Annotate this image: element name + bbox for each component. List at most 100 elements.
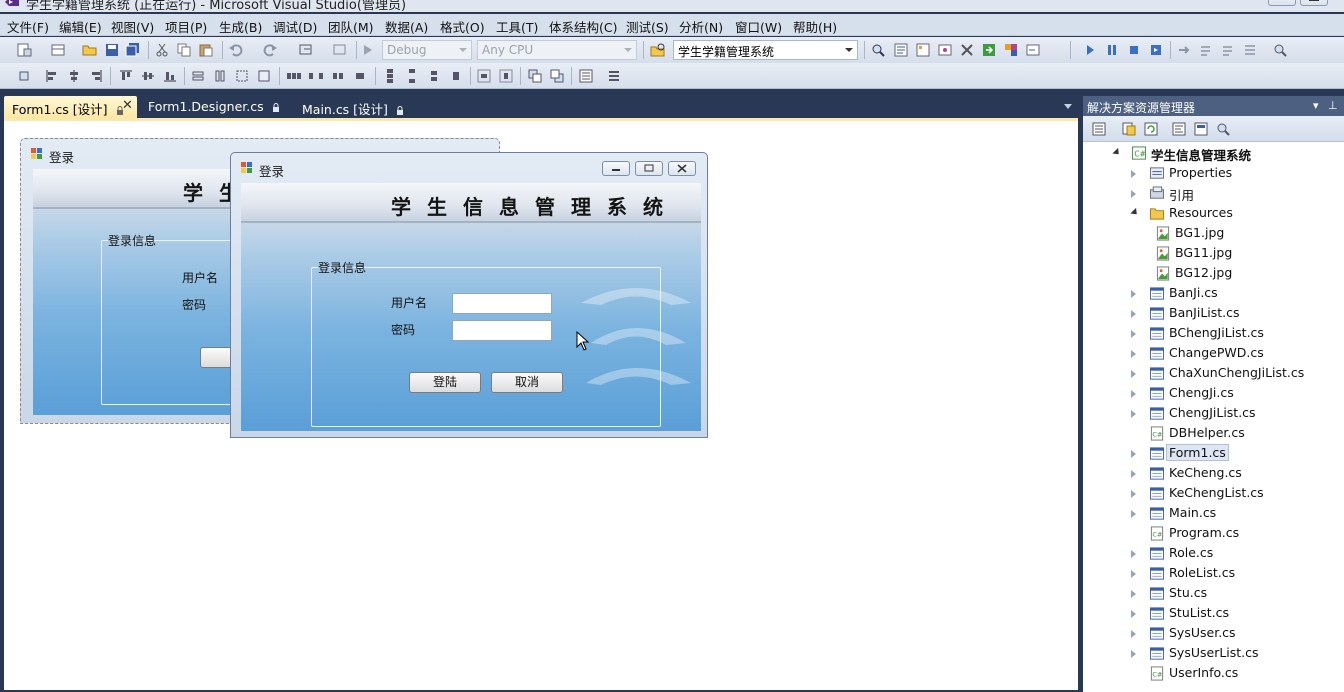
menu-edit[interactable]: 编辑(E)	[59, 17, 102, 36]
tree-item[interactable]: C# DBHelper.cs	[1083, 424, 1344, 444]
restore-window-button[interactable]	[1300, 0, 1328, 6]
step-over-icon[interactable]	[1198, 42, 1214, 58]
startup-project-select[interactable]: 学生学籍管理系统	[673, 40, 858, 60]
decrease-vertical-spacing-icon[interactable]	[426, 68, 442, 84]
send-to-back-icon[interactable]	[549, 68, 565, 84]
align-bottoms-icon[interactable]	[162, 68, 178, 84]
start-debugging-icon[interactable]	[360, 42, 376, 58]
tree-item[interactable]: RoleList.cs	[1083, 564, 1344, 584]
expand-arrow-icon[interactable]	[1131, 510, 1136, 518]
align-centers-icon[interactable]	[66, 68, 82, 84]
expand-arrow-icon[interactable]	[1131, 330, 1136, 338]
tree-item[interactable]: Role.cs	[1083, 544, 1344, 564]
expand-arrow-icon[interactable]	[1131, 350, 1136, 358]
expand-arrow-icon[interactable]	[1131, 290, 1136, 298]
properties-window-icon[interactable]	[915, 42, 931, 58]
menu-team[interactable]: 团队(M)	[328, 17, 374, 36]
expand-arrow-icon[interactable]	[1131, 650, 1136, 658]
step-out-icon[interactable]	[1220, 42, 1236, 58]
paste-icon[interactable]	[198, 42, 214, 58]
menu-debug[interactable]: 调试(D)	[273, 17, 317, 36]
tab-form1-designer-cs[interactable]: Form1.Designer.cs	[140, 96, 288, 118]
center-vertically-icon[interactable]	[498, 68, 514, 84]
expand-arrow-icon[interactable]	[1131, 470, 1136, 478]
tree-item[interactable]: BG1.jpg	[1083, 224, 1344, 244]
increase-vertical-spacing-icon[interactable]	[404, 68, 420, 84]
minimize-button[interactable]	[602, 161, 630, 176]
align-lefts-icon[interactable]	[44, 68, 60, 84]
continue-icon[interactable]	[1082, 42, 1098, 58]
collapse-arrow-icon[interactable]	[1112, 147, 1122, 158]
tree-item[interactable]: BChengJiList.cs	[1083, 324, 1344, 344]
stop-debugging-icon[interactable]	[1126, 42, 1142, 58]
find-icon[interactable]	[870, 42, 886, 58]
tree-item[interactable]: BanJi.cs	[1083, 284, 1344, 304]
menu-tools[interactable]: 工具(T)	[496, 17, 538, 36]
tree-item[interactable]: Main.cs	[1083, 504, 1344, 524]
menu-format[interactable]: 格式(O)	[440, 17, 485, 36]
toolbox-icon[interactable]	[959, 42, 975, 58]
menu-data[interactable]: 数据(A)	[385, 17, 428, 36]
tree-item[interactable]: KeChengList.cs	[1083, 484, 1344, 504]
tab-order-icon[interactable]	[578, 68, 594, 84]
menu-analyze[interactable]: 分析(N)	[679, 17, 723, 36]
save-all-icon[interactable]	[125, 42, 141, 58]
login-window[interactable]: 登录 学生信息管理系统 登录信息 用户名 密码 登陆 取消	[230, 152, 708, 438]
navigate-forward-icon[interactable]	[332, 42, 348, 58]
menu-build[interactable]: 生成(B)	[219, 17, 262, 36]
tab-main-design[interactable]: Main.cs [设计]	[294, 96, 412, 118]
minimize-window-button[interactable]	[1268, 0, 1296, 6]
view-code-icon[interactable]	[1171, 121, 1187, 137]
horizontal-spacing-equal-icon[interactable]	[286, 68, 302, 84]
tree-item[interactable]: Stu.cs	[1083, 584, 1344, 604]
expand-arrow-icon[interactable]	[1131, 410, 1136, 418]
bring-to-front-icon[interactable]	[527, 68, 543, 84]
expand-arrow-icon[interactable]	[1131, 370, 1136, 378]
expand-arrow-icon[interactable]	[1131, 610, 1136, 618]
tree-item[interactable]: BanJiList.cs	[1083, 304, 1344, 324]
refresh-icon[interactable]	[1143, 121, 1159, 137]
tree-item[interactable]: Form1.cs	[1083, 444, 1344, 464]
password-input[interactable]	[452, 320, 552, 341]
tree-item[interactable]: BG12.jpg	[1083, 264, 1344, 284]
tree-item[interactable]: BG11.jpg	[1083, 244, 1344, 264]
tree-item[interactable]: ChangePWD.cs	[1083, 344, 1344, 364]
break-all-icon[interactable]	[1104, 42, 1120, 58]
expand-arrow-icon[interactable]	[1131, 170, 1136, 178]
start-page-icon[interactable]	[981, 42, 997, 58]
expand-arrow-icon[interactable]	[1131, 310, 1136, 318]
align-middles-icon[interactable]	[140, 68, 156, 84]
login-button[interactable]: 登陆	[409, 372, 481, 393]
maximize-button[interactable]	[635, 161, 663, 176]
expand-arrow-icon[interactable]	[1131, 490, 1136, 498]
menu-view[interactable]: 视图(V)	[111, 17, 154, 36]
make-same-size-icon[interactable]	[234, 68, 250, 84]
menu-window[interactable]: 窗口(W)	[735, 17, 782, 36]
expand-arrow-icon[interactable]	[1131, 550, 1136, 558]
expand-arrow-icon[interactable]	[1131, 390, 1136, 398]
panel-menu-icon[interactable]: ▾	[1313, 99, 1319, 112]
tree-item[interactable]: ChengJiList.cs	[1083, 404, 1344, 424]
tab-list-dropdown-icon[interactable]	[1064, 104, 1072, 109]
tree-item[interactable]: ChaXunChengJiList.cs	[1083, 364, 1344, 384]
extension-manager-icon[interactable]	[1003, 42, 1019, 58]
view-designer-icon[interactable]	[1193, 121, 1209, 137]
decrease-horizontal-spacing-icon[interactable]	[330, 68, 346, 84]
command-window-icon[interactable]	[1025, 42, 1041, 58]
designer-surface[interactable]: 登录 学生 登录信息 用户名 密码 登 登录 学生信息管理系统 登录信息	[4, 118, 1078, 690]
cut-icon[interactable]	[154, 42, 170, 58]
align-tops-icon[interactable]	[118, 68, 134, 84]
redo-icon[interactable]	[262, 42, 278, 58]
expand-arrow-icon[interactable]	[1131, 590, 1136, 598]
center-horizontally-icon[interactable]	[476, 68, 492, 84]
expand-arrow-icon[interactable]	[1131, 570, 1136, 578]
comment-icon[interactable]	[1242, 42, 1258, 58]
cancel-button[interactable]: 取消	[491, 372, 563, 393]
solution-platform-select[interactable]: Any CPU	[477, 40, 637, 60]
step-into-icon[interactable]	[1176, 42, 1192, 58]
remove-vertical-spacing-icon[interactable]	[448, 68, 464, 84]
close-button[interactable]	[668, 161, 696, 176]
open-file-icon[interactable]	[82, 42, 98, 58]
menu-file[interactable]: 文件(F)	[7, 17, 49, 36]
tree-item[interactable]: C# Program.cs	[1083, 524, 1344, 544]
